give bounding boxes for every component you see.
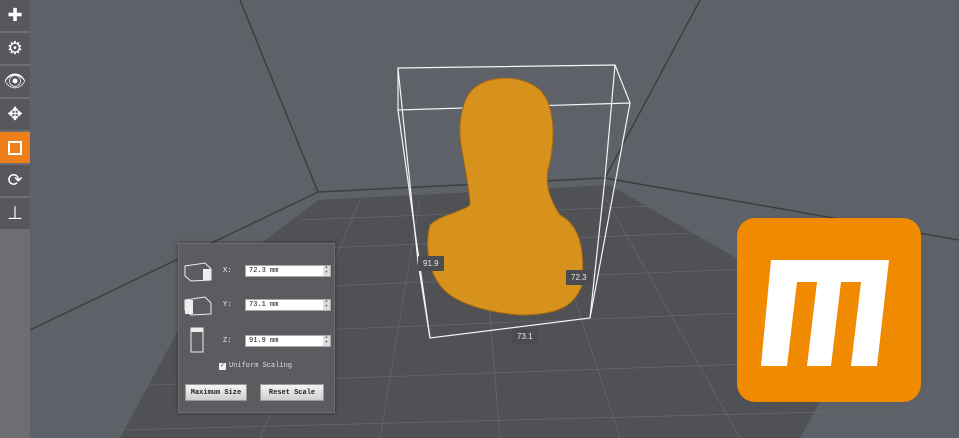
reset-scale-button[interactable]: Reset Scale xyxy=(260,384,324,401)
y-value: 73.1 mm xyxy=(249,301,279,309)
scale-panel: X: 72.3 mm ▲ ▼ Y: 73.1 mm ▲ ▼ Z: 91.9 mm ▲ ▼ ✓ Uni… xyxy=(178,243,335,413)
move-button[interactable]: ✥ xyxy=(0,99,30,130)
settings-button[interactable]: ⚙ xyxy=(0,33,30,64)
scale-button[interactable] xyxy=(0,132,30,163)
x-size-input[interactable]: 72.3 mm ▲ ▼ xyxy=(245,265,331,277)
logo-m-icon xyxy=(761,260,889,366)
maximum-size-button[interactable]: Maximum Size xyxy=(185,384,247,401)
app-logo xyxy=(737,218,921,402)
toolbar: ✚ ⚙ 👁 ✥ ⟳ ⊥ xyxy=(0,0,30,438)
view-button[interactable]: 👁 xyxy=(0,66,30,97)
height-dimension-label: 91.9 xyxy=(418,256,444,271)
add-button[interactable]: ✚ xyxy=(0,0,30,31)
checkmark-icon: ✓ xyxy=(219,361,226,370)
width-dimension-label: 72.3 xyxy=(566,270,592,285)
rotate-button[interactable]: ⟳ xyxy=(0,165,30,196)
box-x-icon xyxy=(184,262,212,282)
box-y-icon xyxy=(184,296,212,316)
z-size-input[interactable]: 91.9 mm ▲ ▼ xyxy=(245,335,331,347)
move-icon: ✥ xyxy=(7,104,23,124)
box-z-icon xyxy=(190,327,204,353)
x-value: 72.3 mm xyxy=(249,267,279,275)
x-spinner[interactable]: ▲ ▼ xyxy=(323,266,330,276)
y-size-input[interactable]: 73.1 mm ▲ ▼ xyxy=(245,299,331,311)
uniform-scaling-checkbox[interactable]: ✓ Uniform Scaling xyxy=(219,362,292,370)
gear-icon: ⚙ xyxy=(6,38,24,58)
depth-dimension-label: 73.1 xyxy=(512,329,538,344)
z-value: 91.9 mm xyxy=(249,337,279,345)
z-spinner[interactable]: ▲ ▼ xyxy=(323,336,330,346)
scale-icon xyxy=(8,140,22,155)
y-spinner[interactable]: ▲ ▼ xyxy=(323,300,330,310)
plus-icon: ✚ xyxy=(7,5,23,25)
y-label: Y: xyxy=(223,301,232,309)
lay-flat-button[interactable]: ⊥ xyxy=(0,198,30,229)
uniform-scaling-label: Uniform Scaling xyxy=(229,362,293,370)
eye-icon: 👁 xyxy=(3,71,27,91)
rotate-icon: ⟳ xyxy=(7,170,23,190)
x-label: X: xyxy=(223,267,232,275)
z-label: Z: xyxy=(223,337,232,345)
lay-flat-icon: ⊥ xyxy=(7,203,23,223)
